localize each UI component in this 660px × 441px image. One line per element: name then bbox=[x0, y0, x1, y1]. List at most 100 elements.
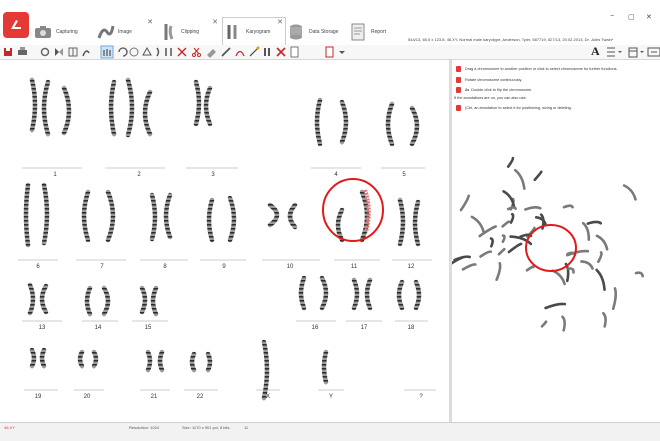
chromosome[interactable] bbox=[385, 101, 395, 147]
chromosome[interactable] bbox=[364, 277, 373, 311]
metaphase-chromosome[interactable] bbox=[634, 271, 644, 278]
chromosome[interactable] bbox=[409, 105, 420, 147]
dropdown-arrow-icon[interactable] bbox=[339, 51, 345, 54]
chromosome[interactable] bbox=[77, 349, 85, 369]
chromosome[interactable] bbox=[23, 182, 31, 248]
tab-image[interactable]: Image ✕ bbox=[95, 18, 155, 45]
save-icon[interactable] bbox=[4, 48, 12, 56]
metaphase-chromosome[interactable] bbox=[461, 263, 477, 271]
eraser-icon[interactable] bbox=[207, 49, 216, 58]
tab-report[interactable]: Report bbox=[348, 18, 398, 45]
chromosome[interactable] bbox=[39, 347, 47, 369]
straighten-icon[interactable] bbox=[156, 47, 160, 57]
metaphase-chromosome[interactable] bbox=[501, 234, 506, 243]
dropdown-arrow-icon[interactable] bbox=[640, 51, 644, 53]
metaphase-chromosome[interactable] bbox=[586, 220, 603, 225]
chromosome[interactable] bbox=[61, 85, 72, 136]
metaphase-chromosome[interactable] bbox=[514, 168, 526, 190]
metaphase-chromosome[interactable] bbox=[509, 212, 515, 224]
chromosome[interactable] bbox=[145, 349, 153, 373]
chromosome[interactable] bbox=[314, 97, 323, 147]
chromosome[interactable] bbox=[150, 285, 159, 317]
tab-close-icon[interactable]: ✕ bbox=[212, 18, 218, 26]
tab-close-icon[interactable]: ✕ bbox=[147, 18, 153, 26]
chromosome[interactable] bbox=[125, 77, 135, 138]
chromosome[interactable] bbox=[321, 349, 329, 385]
metaphase-chromosome[interactable] bbox=[597, 251, 603, 263]
magic-wand-icon[interactable] bbox=[249, 46, 260, 57]
metaphase-chromosome[interactable] bbox=[497, 247, 506, 256]
cut-icon[interactable] bbox=[177, 47, 187, 57]
chromosome[interactable] bbox=[157, 349, 165, 373]
chromosome[interactable] bbox=[142, 89, 153, 137]
chromosome[interactable] bbox=[81, 189, 91, 243]
metaphase-chromosome[interactable] bbox=[495, 262, 502, 281]
metaphase-chromosome[interactable] bbox=[622, 184, 637, 201]
metaphase-chromosome[interactable] bbox=[459, 194, 470, 212]
metaphase-chromosome[interactable] bbox=[524, 206, 542, 211]
chromosome[interactable] bbox=[39, 283, 49, 315]
print-icon[interactable] bbox=[18, 47, 27, 55]
metaphase-chromosome[interactable] bbox=[507, 242, 523, 254]
chromosome[interactable] bbox=[203, 85, 213, 127]
calendar-icon[interactable] bbox=[628, 47, 638, 58]
minimize-button[interactable]: − bbox=[610, 13, 614, 20]
metaphase-chromosome[interactable] bbox=[581, 221, 591, 241]
tab-capturing[interactable]: Capturing bbox=[33, 18, 93, 45]
mirror-icon[interactable] bbox=[55, 48, 63, 56]
metaphase-chromosome[interactable] bbox=[561, 315, 566, 332]
close-window-button[interactable]: ✕ bbox=[646, 13, 652, 21]
chromosome[interactable] bbox=[189, 351, 197, 373]
tab-close-icon[interactable]: ✕ bbox=[277, 18, 283, 26]
arrow-tool-icon[interactable] bbox=[647, 47, 660, 57]
chromosome[interactable] bbox=[335, 207, 345, 243]
chromosome[interactable] bbox=[27, 282, 36, 316]
page-red-icon[interactable] bbox=[325, 46, 334, 58]
rotate-icon[interactable] bbox=[118, 47, 128, 57]
metaphase-chromosome[interactable] bbox=[595, 234, 609, 251]
tab-data-storage[interactable]: Data Storage bbox=[286, 18, 346, 45]
chromosome[interactable] bbox=[84, 285, 93, 317]
chromosome[interactable] bbox=[163, 192, 173, 240]
chromosome[interactable] bbox=[397, 197, 406, 247]
chromosome[interactable] bbox=[412, 199, 421, 247]
chromosome[interactable] bbox=[206, 197, 215, 243]
metaphase-chromosome[interactable] bbox=[443, 256, 464, 270]
metaphase-chromosome[interactable] bbox=[551, 269, 566, 286]
metaphase-chromosome[interactable] bbox=[595, 268, 606, 291]
chromosome[interactable] bbox=[298, 275, 307, 311]
chromosome[interactable] bbox=[413, 279, 422, 311]
metaphase-chromosome[interactable] bbox=[489, 237, 494, 248]
dropdown-arrow-icon[interactable] bbox=[618, 51, 622, 53]
chromosome[interactable] bbox=[29, 347, 37, 369]
chromosome[interactable] bbox=[267, 202, 280, 228]
metaphase-chromosome[interactable] bbox=[540, 320, 548, 328]
list-icon[interactable] bbox=[607, 47, 615, 57]
flip-icon[interactable] bbox=[142, 46, 152, 56]
metaphase-chromosome[interactable] bbox=[470, 215, 486, 234]
chromosome[interactable] bbox=[91, 349, 99, 369]
metaphase-chromosome[interactable] bbox=[611, 287, 618, 310]
metaphase-chromosome[interactable] bbox=[562, 204, 574, 209]
metaphase-chromosome[interactable] bbox=[506, 206, 517, 211]
chromosome-pair-icon[interactable] bbox=[264, 48, 270, 56]
maximize-button[interactable]: ▢ bbox=[628, 13, 635, 21]
scissors-icon[interactable] bbox=[192, 47, 201, 57]
chromosome[interactable] bbox=[101, 285, 111, 317]
chromosome[interactable] bbox=[105, 189, 116, 243]
pencil-icon[interactable] bbox=[221, 47, 231, 57]
chromosome[interactable] bbox=[287, 202, 298, 230]
metaphase-chromosome[interactable] bbox=[525, 265, 535, 272]
chromosome[interactable] bbox=[139, 285, 148, 315]
layout-icon[interactable] bbox=[68, 47, 78, 57]
text-tool-icon[interactable]: A bbox=[591, 44, 600, 59]
chromosome[interactable] bbox=[108, 79, 117, 137]
chromosome[interactable] bbox=[205, 351, 213, 373]
select-hand-icon[interactable] bbox=[100, 45, 114, 59]
metaphase-chromosome[interactable] bbox=[602, 312, 607, 328]
tab-karyogram[interactable]: Karyogram ✕ bbox=[222, 17, 286, 45]
chromosome[interactable] bbox=[319, 275, 329, 311]
document-icon[interactable] bbox=[290, 46, 299, 58]
chromosome[interactable] bbox=[351, 277, 360, 311]
metaphase-chromosome[interactable] bbox=[533, 170, 543, 182]
